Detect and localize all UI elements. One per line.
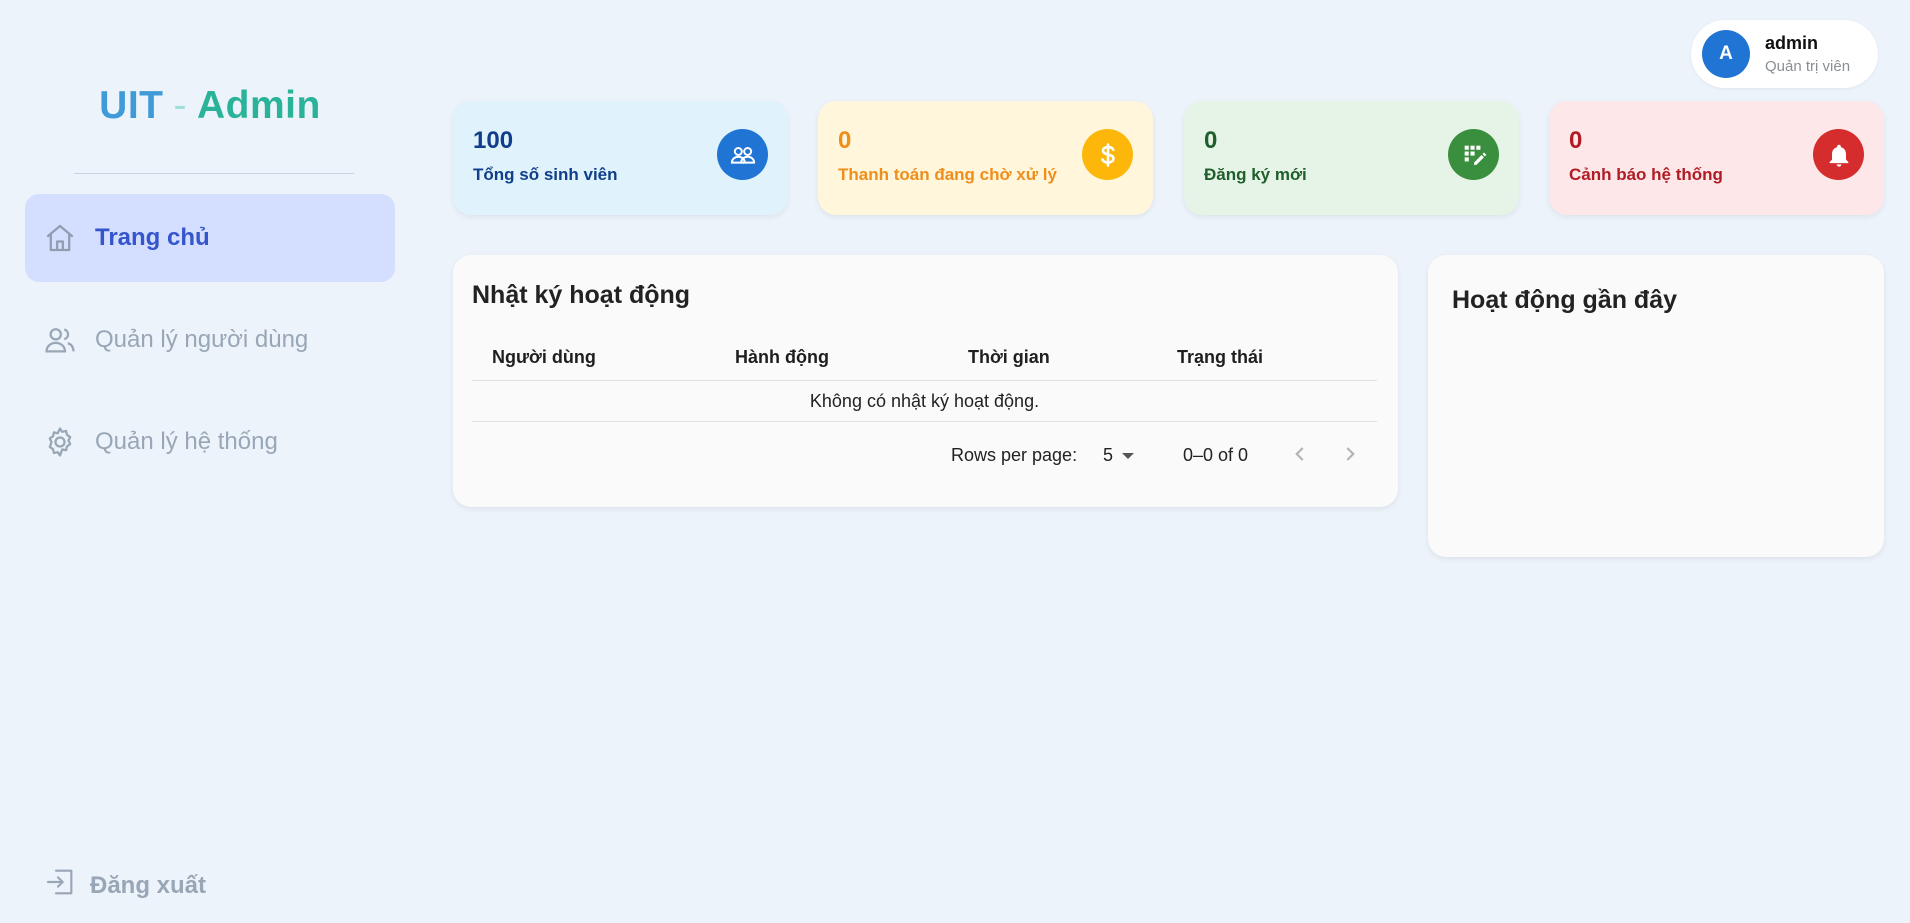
column-header-user[interactable]: Người dùng <box>492 347 596 368</box>
chevron-left-icon <box>1295 447 1304 461</box>
sidebar-item-label: Quản lý người dùng <box>95 326 309 353</box>
column-header-time[interactable]: Thời gian <box>968 347 1050 368</box>
logo-separator: - <box>173 84 187 127</box>
pagination-range: 0–0 of 0 <box>1183 445 1249 465</box>
sidebar-item-home[interactable]: Trang chủ <box>25 194 395 282</box>
users-icon <box>43 323 77 357</box>
app-logo: UIT - Admin <box>0 84 420 128</box>
dollar-icon <box>1082 129 1133 180</box>
rows-per-page-value: 5 <box>1103 445 1114 465</box>
rows-per-page-select[interactable]: 5 <box>1103 445 1135 466</box>
activity-log-title: Nhật ký hoạt động <box>472 281 691 309</box>
logo-divider <box>74 173 354 174</box>
stat-card-alerts: 0 Cảnh báo hệ thống <box>1549 101 1884 215</box>
stat-card-registrations: 0 Đăng ký mới <box>1184 101 1519 215</box>
recent-activity-title: Hoạt động gần đây <box>1452 286 1677 314</box>
table-header-divider <box>472 380 1377 381</box>
logo-text-admin: Admin <box>197 84 321 127</box>
sidebar: UIT - Admin Trang chủ Quản lý người dùng Q… <box>0 0 420 923</box>
logo-text-uit: UIT <box>99 84 164 127</box>
profile-role: Quản trị viên <box>1765 58 1851 75</box>
sidebar-item-label: Quản lý hệ thống <box>95 428 278 455</box>
previous-page-button[interactable] <box>1287 441 1313 467</box>
empty-table-message: Không có nhật ký hoạt động. <box>809 391 1040 411</box>
profile-chip[interactable]: A admin Quản trị viên <box>1691 20 1878 88</box>
avatar: A <box>1702 30 1750 78</box>
stat-card-students: 100 Tổng số sinh viên <box>453 101 788 215</box>
stat-card-payments: 0 Thanh toán đang chờ xử lý <box>818 101 1153 215</box>
students-icon <box>717 129 768 180</box>
logout-button[interactable]: Đăng xuất <box>44 866 206 905</box>
registration-icon <box>1448 129 1499 180</box>
table-footer-divider <box>472 421 1377 422</box>
gear-icon <box>43 425 77 459</box>
dropdown-arrow-icon <box>1122 452 1135 459</box>
chevron-right-icon <box>1346 447 1355 461</box>
logout-icon <box>44 866 90 905</box>
column-header-action[interactable]: Hành động <box>735 347 829 368</box>
logout-label: Đăng xuất <box>90 871 207 899</box>
profile-name: admin <box>1765 33 1819 53</box>
rows-per-page-label: Rows per page: <box>951 445 1078 465</box>
next-page-button[interactable] <box>1337 441 1363 467</box>
sidebar-item-system[interactable]: Quản lý hệ thống <box>25 398 395 486</box>
column-header-status[interactable]: Trạng thái <box>1177 347 1263 368</box>
bell-icon <box>1813 129 1864 180</box>
sidebar-item-users[interactable]: Quản lý người dùng <box>25 296 395 384</box>
home-icon <box>43 221 77 255</box>
sidebar-item-label: Trang chủ <box>95 224 210 251</box>
